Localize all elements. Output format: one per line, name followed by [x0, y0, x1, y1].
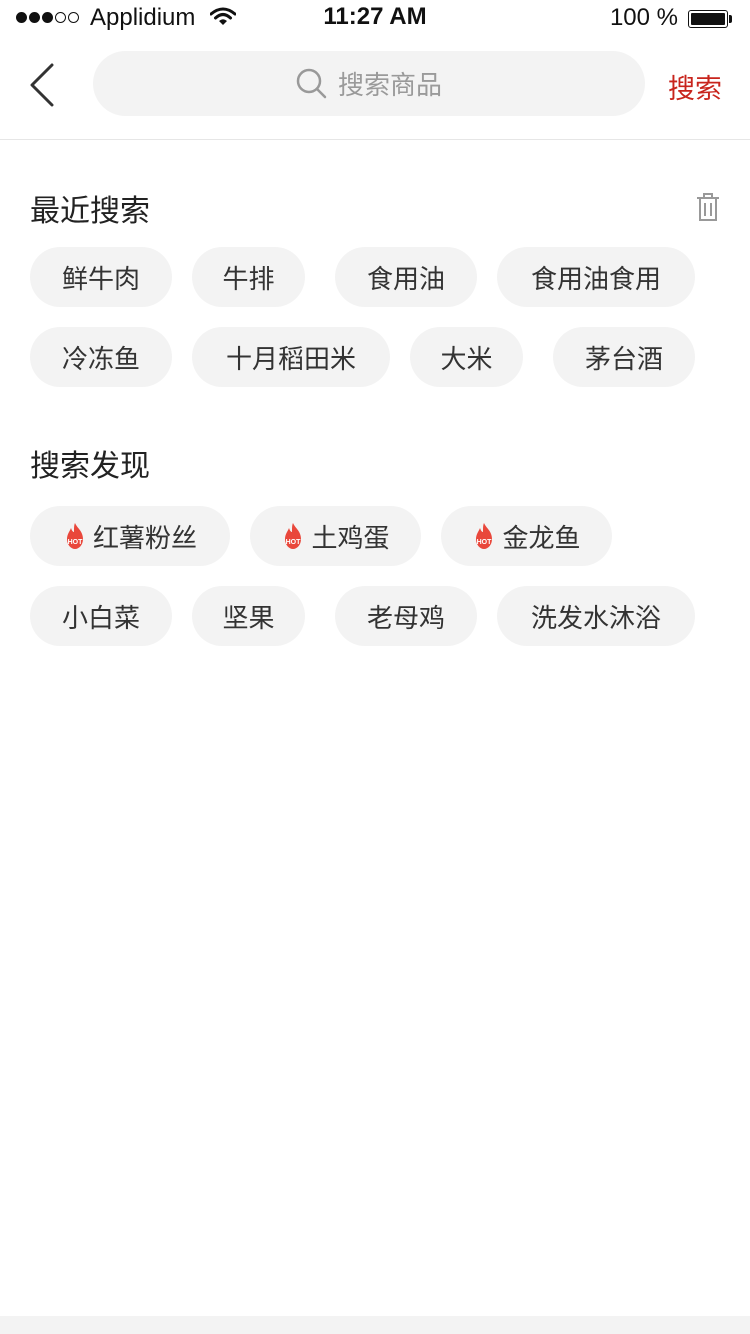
svg-text:HOT: HOT [286, 539, 302, 546]
status-bar: Applidium 11:27 AM 100 % [0, 0, 750, 40]
hot-search-label: 金龙鱼 [502, 523, 581, 554]
hot-search-chip[interactable]: HOT 金龙鱼 [441, 506, 612, 566]
battery-percentage: 100 % [609, 4, 678, 31]
search-discover-title: 搜索发现 [30, 449, 150, 484]
recent-search-chip[interactable]: 十月稻田米 [192, 327, 390, 387]
discover-search-chip[interactable]: 洗发水沐浴 [497, 586, 695, 646]
battery-icon [688, 10, 734, 30]
recent-search-chip[interactable]: 牛排 [192, 247, 305, 307]
recent-search-chip[interactable]: 食用油食用 [497, 247, 695, 307]
search-button[interactable]: 搜索 [668, 67, 722, 106]
hot-search-label: 红薯粉丝 [92, 523, 197, 554]
trash-icon[interactable] [694, 192, 722, 222]
hot-flame-icon: HOT [472, 522, 496, 550]
back-button[interactable] [22, 60, 62, 110]
recent-searches-title: 最近搜索 [30, 194, 150, 229]
hot-search-chip[interactable]: HOT 红薯粉丝 [30, 506, 230, 566]
svg-text:HOT: HOT [477, 539, 493, 546]
discover-search-chip[interactable]: 小白菜 [30, 586, 172, 646]
search-input[interactable]: 搜索商品 [93, 51, 645, 116]
search-header: 搜索商品 搜索 [0, 40, 750, 140]
hot-search-chip[interactable]: HOT 土鸡蛋 [250, 506, 421, 566]
search-icon [296, 68, 327, 98]
hot-search-label: 土鸡蛋 [311, 523, 390, 554]
discover-search-chip[interactable]: 老母鸡 [335, 586, 477, 646]
svg-text:HOT: HOT [68, 539, 84, 546]
recent-search-chip[interactable]: 冷冻鱼 [30, 327, 172, 387]
recent-search-chip[interactable]: 茅台酒 [553, 327, 695, 387]
recent-search-chip[interactable]: 大米 [410, 327, 523, 387]
back-chevron-icon [30, 63, 54, 107]
search-placeholder: 搜索商品 [337, 71, 442, 101]
bottom-strip [0, 1316, 750, 1334]
hot-flame-icon: HOT [281, 522, 305, 550]
recent-search-chip[interactable]: 鲜牛肉 [30, 247, 172, 307]
hot-flame-icon: HOT [63, 522, 87, 550]
discover-search-chip[interactable]: 坚果 [192, 586, 305, 646]
recent-search-chip[interactable]: 食用油 [335, 247, 477, 307]
